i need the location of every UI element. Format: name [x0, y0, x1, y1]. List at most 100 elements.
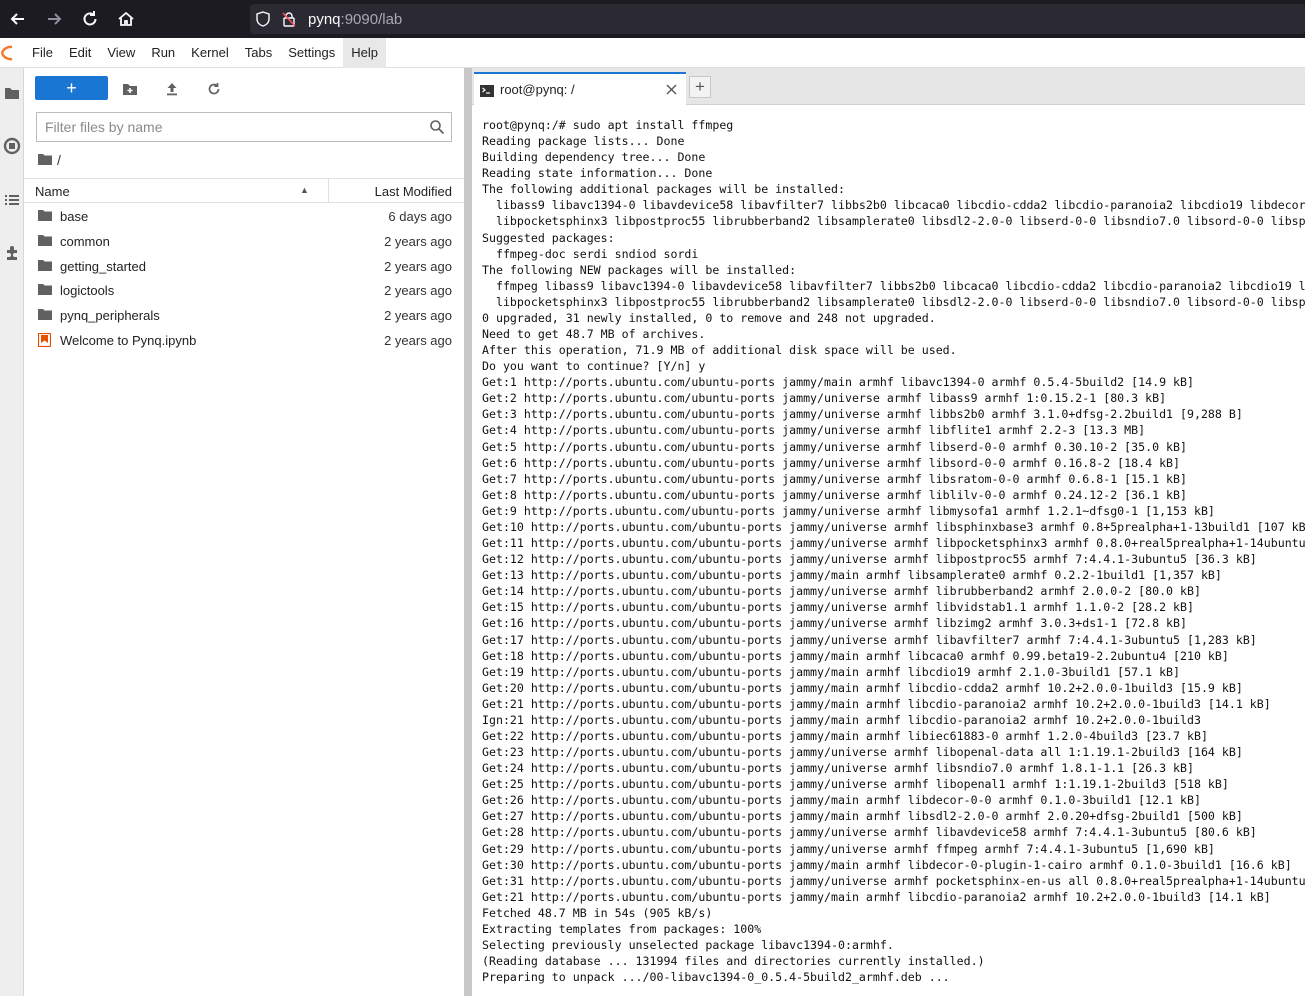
file-name: Welcome to Pynq.ipynb [60, 332, 197, 348]
terminal-line: Get:29 http://ports.ubuntu.com/ubuntu-po… [482, 841, 1215, 856]
file-row-getting-started[interactable]: getting_started 2 years ago [24, 254, 464, 279]
terminal-line: The following additional packages will b… [482, 182, 845, 197]
menu-run[interactable]: Run [143, 38, 183, 68]
upload-icon[interactable] [160, 77, 184, 101]
menu-file[interactable]: File [24, 38, 61, 68]
reload-icon[interactable] [72, 0, 108, 38]
file-row-pynq-peripherals[interactable]: pynq_peripherals 2 years ago [24, 303, 464, 328]
panel-splitter[interactable] [464, 68, 472, 996]
terminal-line: After this operation, 71.9 MB of additio… [482, 343, 957, 358]
terminal-line: Get:8 http://ports.ubuntu.com/ubuntu-por… [482, 487, 1187, 502]
terminal-line: Extracting templates from packages: 100% [482, 921, 762, 936]
breadcrumb-root[interactable]: / [57, 152, 61, 168]
terminal-line: Get:12 http://ports.ubuntu.com/ubuntu-po… [482, 552, 1257, 567]
filter-files-input[interactable] [37, 119, 417, 135]
tab-terminal[interactable]: root@pynq: / [474, 72, 686, 105]
menu-help[interactable]: Help [343, 37, 386, 68]
home-icon[interactable] [108, 0, 144, 38]
menu-bar: File Edit View Run Kernel Tabs Settings … [0, 37, 1305, 68]
file-modified: 2 years ago [384, 332, 452, 348]
terminal-line: Preparing to unpack .../00-libavc1394-0_… [482, 970, 950, 985]
terminal-line: Get:4 http://ports.ubuntu.com/ubuntu-por… [482, 423, 1146, 438]
file-name: pynq_peripherals [60, 308, 160, 324]
terminal-line: Building dependency tree... Done [482, 150, 706, 165]
terminal-line: Suggested packages: [482, 230, 615, 245]
terminal-line: Need to get 48.7 MB of archives. [482, 327, 706, 342]
file-name: logictools [60, 283, 115, 299]
jupyter-logo-icon [0, 38, 22, 68]
menu-settings[interactable]: Settings [280, 38, 343, 68]
home-folder-icon[interactable] [38, 152, 53, 168]
table-of-contents-icon[interactable] [0, 188, 24, 212]
file-browser-panel: + / Name ▲ Last Modified base 6 days [24, 68, 464, 996]
terminal-line: Get:19 http://ports.ubuntu.com/ubuntu-po… [482, 664, 1181, 679]
close-icon[interactable] [664, 83, 678, 97]
add-tab-button[interactable]: + [689, 76, 711, 98]
sort-ascending-icon[interactable]: ▲ [300, 185, 309, 195]
main-area: root@pynq: / + root@pynq:/# sudo apt ins… [472, 68, 1305, 996]
menu-kernel[interactable]: Kernel [183, 38, 237, 68]
terminal-line: Get:21 http://ports.ubuntu.com/ubuntu-po… [482, 889, 1271, 904]
terminal-line: ffmpeg libass9 libavc1394-0 libavdevice5… [482, 278, 1305, 293]
url-host: pynq [308, 10, 341, 28]
url-text: pynq:9090/lab [308, 11, 402, 28]
notebook-icon [37, 332, 52, 348]
terminal-line: Ign:21 http://ports.ubuntu.com/ubuntu-po… [482, 712, 1201, 727]
activity-bar [0, 68, 24, 996]
terminal-line: Reading package lists... Done [482, 134, 685, 149]
terminal-line: Get:7 http://ports.ubuntu.com/ubuntu-por… [482, 471, 1187, 486]
new-folder-icon[interactable] [118, 77, 142, 101]
terminal-line: Get:31 http://ports.ubuntu.com/ubuntu-po… [482, 873, 1305, 888]
file-name: base [60, 209, 89, 224]
terminal-line: Get:30 http://ports.ubuntu.com/ubuntu-po… [482, 857, 1292, 872]
terminal-line: Get:23 http://ports.ubuntu.com/ubuntu-po… [482, 745, 1243, 760]
terminal-line: Get:25 http://ports.ubuntu.com/ubuntu-po… [482, 777, 1229, 792]
terminal-icon [480, 84, 494, 97]
insecure-lock-icon[interactable] [276, 11, 302, 27]
running-sessions-icon[interactable] [0, 134, 24, 158]
url-bar[interactable]: pynq:9090/lab [250, 4, 1305, 34]
file-modified: 6 days ago [388, 209, 452, 224]
column-last-modified[interactable]: Last Modified [375, 184, 452, 199]
terminal-output[interactable]: root@pynq:/# sudo apt install ffmpeg Read… [472, 105, 1305, 996]
new-launcher-button[interactable]: + [35, 76, 108, 100]
shield-icon[interactable] [250, 11, 276, 27]
file-name: getting_started [60, 258, 147, 274]
terminal-line: Get:10 http://ports.ubuntu.com/ubuntu-po… [482, 519, 1305, 534]
breadcrumb: / [38, 152, 61, 168]
terminal-line: root@pynq:/# sudo apt install ffmpeg [482, 118, 734, 132]
file-modified: 2 years ago [384, 283, 452, 299]
terminal-line: Get:5 http://ports.ubuntu.com/ubuntu-por… [482, 439, 1187, 454]
terminal-line: (Reading database ... 131994 files and d… [482, 954, 985, 969]
back-icon[interactable] [0, 0, 36, 38]
forward-icon[interactable] [36, 0, 72, 38]
terminal-line: Get:17 http://ports.ubuntu.com/ubuntu-po… [482, 632, 1257, 647]
menu-edit[interactable]: Edit [61, 38, 99, 68]
terminal-lines: root@pynq:/# sudo apt install ffmpeg Read… [482, 117, 1305, 985]
refresh-icon[interactable] [202, 77, 226, 101]
menu-view[interactable]: View [99, 38, 143, 68]
menu-tabs[interactable]: Tabs [237, 38, 280, 68]
search-icon [429, 119, 445, 135]
file-browser-toolbar: + [24, 74, 464, 104]
folder-icon [38, 259, 52, 273]
extension-manager-icon[interactable] [0, 241, 24, 265]
terminal-line: Get:3 http://ports.ubuntu.com/ubuntu-por… [482, 407, 1243, 422]
terminal-line: 0 upgraded, 31 newly installed, 0 to rem… [482, 310, 936, 325]
file-row-base[interactable]: base 6 days ago [24, 204, 464, 229]
file-browser-folder-icon[interactable] [0, 81, 24, 105]
terminal-line: Get:22 http://ports.ubuntu.com/ubuntu-po… [482, 728, 1208, 743]
terminal-line: Get:27 http://ports.ubuntu.com/ubuntu-po… [482, 809, 1243, 824]
column-divider[interactable] [328, 179, 329, 202]
terminal-line: ffmpeg-doc serdi sndiod sordi [482, 246, 699, 261]
terminal-line: Reading state information... Done [482, 166, 713, 181]
file-row-common[interactable]: common 2 years ago [24, 229, 464, 254]
file-name: common [60, 233, 110, 249]
folder-icon [38, 308, 52, 322]
terminal-line: Get:21 http://ports.ubuntu.com/ubuntu-po… [482, 696, 1271, 711]
terminal-line: libass9 libavc1394-0 libavdevice58 libav… [495, 198, 1305, 213]
column-name[interactable]: Name [35, 184, 70, 199]
file-row-welcome-notebook[interactable]: Welcome to Pynq.ipynb 2 years ago [24, 328, 464, 353]
file-row-logictools[interactable]: logictools 2 years ago [24, 278, 464, 303]
file-modified: 2 years ago [384, 258, 452, 274]
